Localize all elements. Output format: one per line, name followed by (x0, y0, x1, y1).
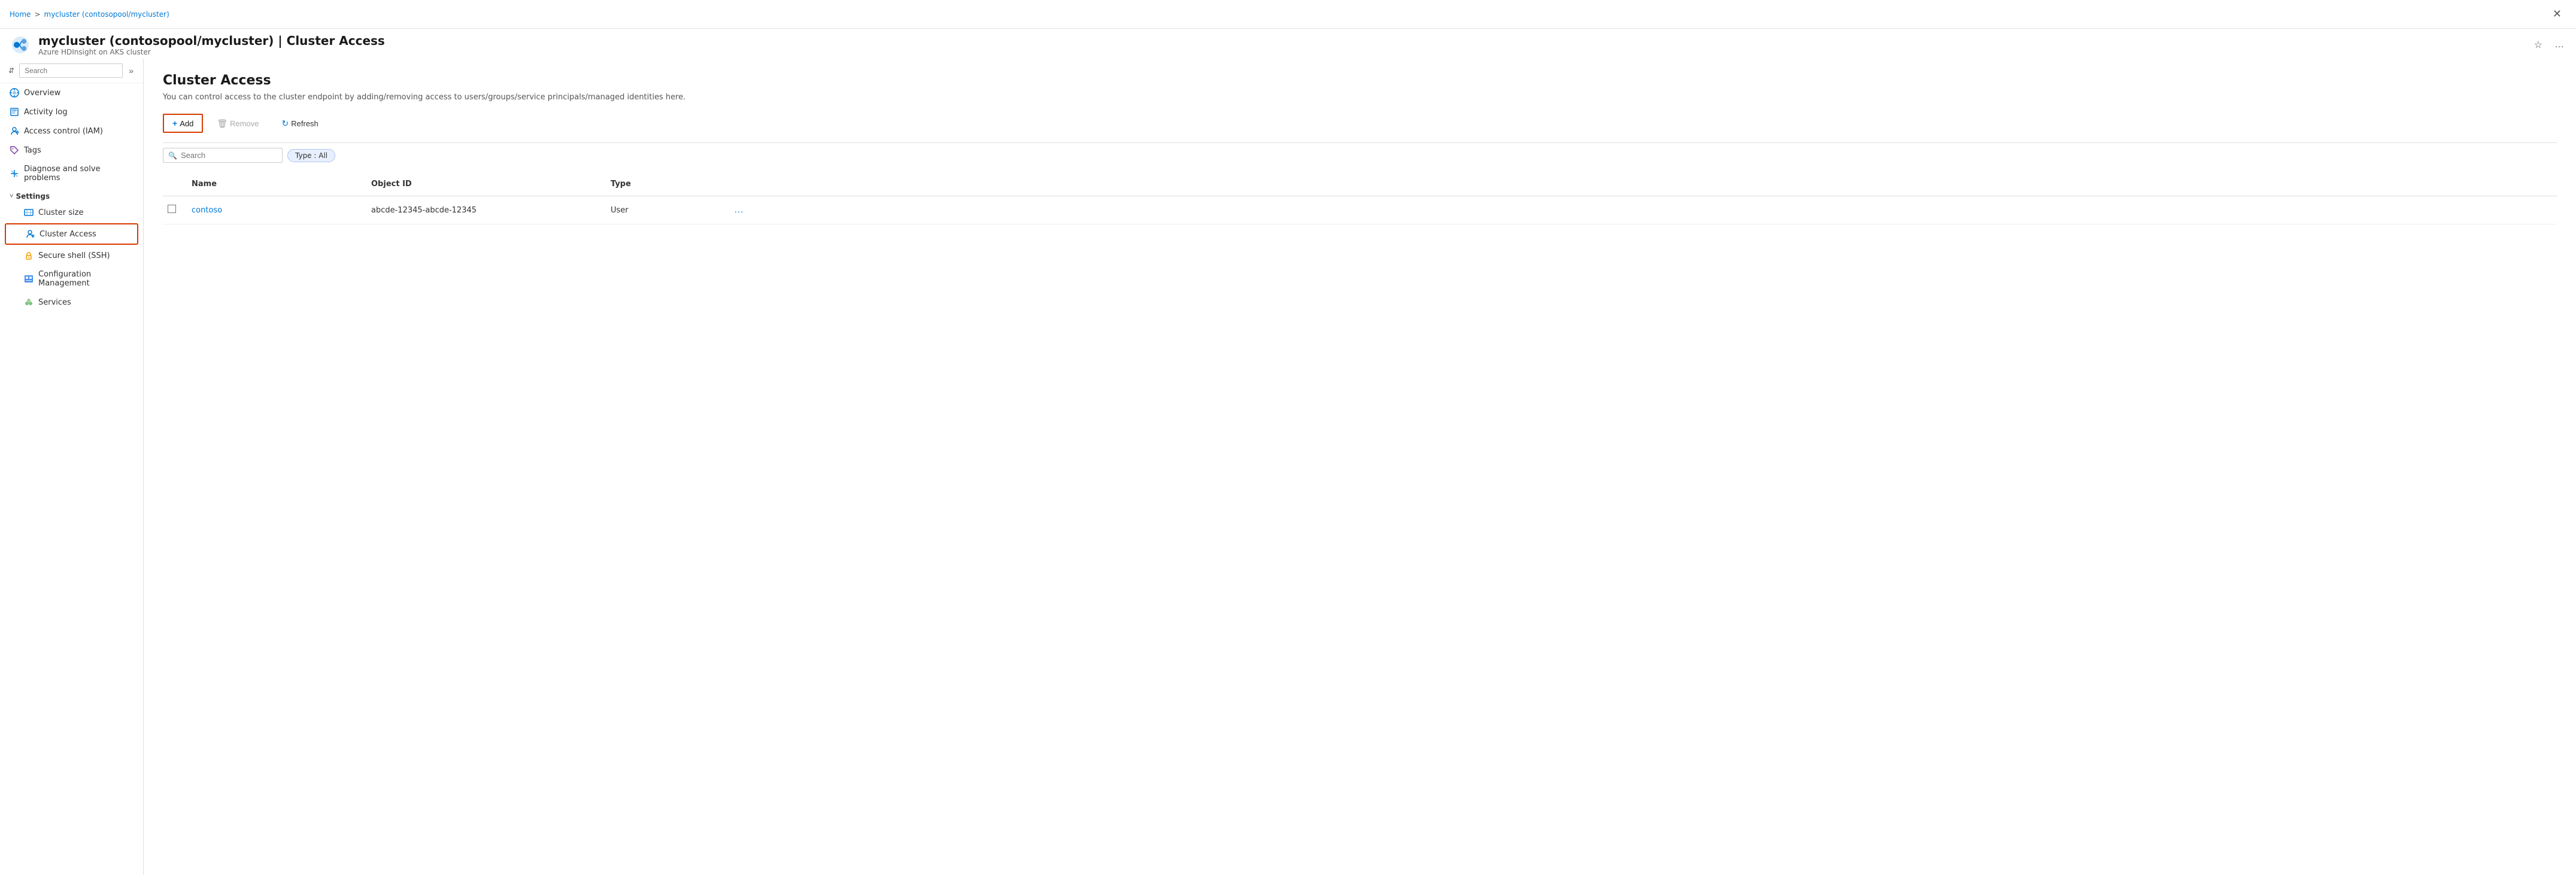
sidebar-item-cluster-size-label: Cluster size (38, 208, 83, 217)
breadcrumb-home[interactable]: Home (10, 10, 31, 19)
diagnose-icon (10, 169, 19, 178)
row-more-options-cell: … (726, 201, 761, 219)
sidebar-item-activity-log[interactable]: Activity log (0, 102, 143, 121)
col-object-id: Object ID (366, 177, 606, 191)
table: Name Object ID Type contoso abcde-12345-… (163, 172, 2557, 224)
col-actions (726, 177, 761, 191)
breadcrumb-current: mycluster (contosopool/mycluster) (44, 10, 169, 19)
search-icon: 🔍 (168, 151, 177, 160)
col-checkbox (163, 177, 187, 191)
config-icon (24, 274, 34, 284)
more-button[interactable]: … (2552, 37, 2566, 53)
sidebar-item-diagnose-label: Diagnose and solve problems (24, 165, 133, 183)
toolbar-divider (163, 142, 2557, 143)
activity-log-icon (10, 107, 19, 117)
row-name[interactable]: contoso (187, 203, 366, 217)
col-name: Name (187, 177, 366, 191)
table-row: contoso abcde-12345-abcde-12345 User … (163, 196, 2557, 224)
type-filter-pill[interactable]: Type : All (287, 149, 335, 162)
page-title: Cluster Access (163, 73, 2557, 88)
row-checkbox-cell (163, 202, 187, 218)
sidebar-item-tags-label: Tags (24, 146, 41, 155)
main-layout: ⇵ » Overview (0, 59, 2576, 875)
sidebar-item-diagnose[interactable]: Diagnose and solve problems (0, 160, 143, 187)
sidebar-search-container: ⇵ » (0, 59, 143, 83)
sidebar-item-overview-label: Overview (24, 89, 60, 98)
sidebar-item-access-control-label: Access control (IAM) (24, 127, 103, 136)
ssh-icon (24, 251, 34, 260)
row-checkbox[interactable] (168, 205, 176, 213)
resource-icon (10, 34, 31, 56)
refresh-button-label: Refresh (291, 119, 318, 128)
content-area: Cluster Access You can control access to… (144, 59, 2576, 875)
table-header: Name Object ID Type (163, 172, 2557, 196)
breadcrumb-sep: > (34, 10, 40, 19)
tags-icon (10, 145, 19, 155)
page-description: You can control access to the cluster en… (163, 93, 702, 102)
sidebar-item-access-control[interactable]: Access control (IAM) (0, 121, 143, 141)
sidebar-item-cluster-size[interactable]: Cluster size (0, 203, 143, 222)
sidebar-item-overview[interactable]: Overview (0, 83, 143, 102)
refresh-button[interactable]: ↻ Refresh (273, 114, 327, 133)
add-button-label: Add (180, 119, 193, 128)
resource-title: mycluster (contosopool/mycluster) | Clus… (38, 34, 2525, 48)
add-button[interactable]: + Add (163, 114, 203, 133)
row-type: User (606, 203, 726, 217)
overview-icon (10, 88, 19, 98)
remove-icon: 🗑 (217, 119, 227, 129)
iam-icon (10, 126, 19, 136)
sidebar-item-ssh-label: Secure shell (SSH) (38, 251, 110, 260)
sidebar-collapse-button[interactable]: » (126, 65, 136, 77)
sidebar-item-services-label: Services (38, 298, 71, 307)
sidebar-section-settings: ˅ Settings (0, 187, 143, 203)
search-input[interactable] (181, 151, 277, 160)
close-button[interactable]: ✕ (2548, 5, 2566, 23)
sidebar: ⇵ » Overview (0, 59, 144, 875)
resource-subtitle: Azure HDInsight on AKS cluster (38, 48, 2525, 56)
sidebar-item-config-mgmt-label: Configuration Management (38, 270, 133, 288)
sidebar-item-cluster-access[interactable]: Cluster Access (5, 223, 138, 245)
sidebar-item-tags[interactable]: Tags (0, 141, 143, 160)
settings-section-chevron[interactable]: ˅ (10, 193, 13, 200)
sidebar-item-ssh[interactable]: Secure shell (SSH) (0, 246, 143, 265)
add-icon: + (172, 119, 177, 128)
sidebar-item-config-mgmt[interactable]: Configuration Management (0, 265, 143, 293)
search-box: 🔍 (163, 148, 283, 163)
breadcrumb: Home > mycluster (contosopool/mycluster) (10, 10, 2548, 19)
sidebar-pin-button[interactable]: ⇵ (7, 65, 16, 76)
services-icon (24, 297, 34, 307)
settings-section-label: Settings (16, 192, 50, 200)
refresh-icon: ↻ (282, 119, 289, 129)
resource-title-group: mycluster (contosopool/mycluster) | Clus… (38, 34, 2525, 56)
filter-bar: 🔍 Type : All (163, 148, 2557, 163)
sidebar-search-input[interactable] (19, 63, 123, 78)
remove-button-label: Remove (230, 119, 259, 128)
row-object-id: abcde-12345-abcde-12345 (366, 203, 606, 217)
cluster-size-icon (24, 208, 34, 217)
resource-header: mycluster (contosopool/mycluster) | Clus… (0, 29, 2576, 59)
sidebar-item-cluster-access-label: Cluster Access (40, 230, 96, 239)
favorite-button[interactable]: ☆ (2532, 37, 2545, 53)
row-more-options-button[interactable]: … (730, 203, 747, 217)
header-actions: ☆ … (2532, 37, 2566, 53)
cluster-access-icon (25, 229, 35, 239)
sidebar-item-services[interactable]: Services (0, 293, 143, 312)
toolbar: + Add 🗑 Remove ↻ Refresh (163, 114, 2557, 133)
sidebar-item-activity-log-label: Activity log (24, 108, 68, 117)
remove-button[interactable]: 🗑 Remove (208, 114, 268, 133)
top-bar: Home > mycluster (contosopool/mycluster)… (0, 0, 2576, 29)
col-type: Type (606, 177, 726, 191)
